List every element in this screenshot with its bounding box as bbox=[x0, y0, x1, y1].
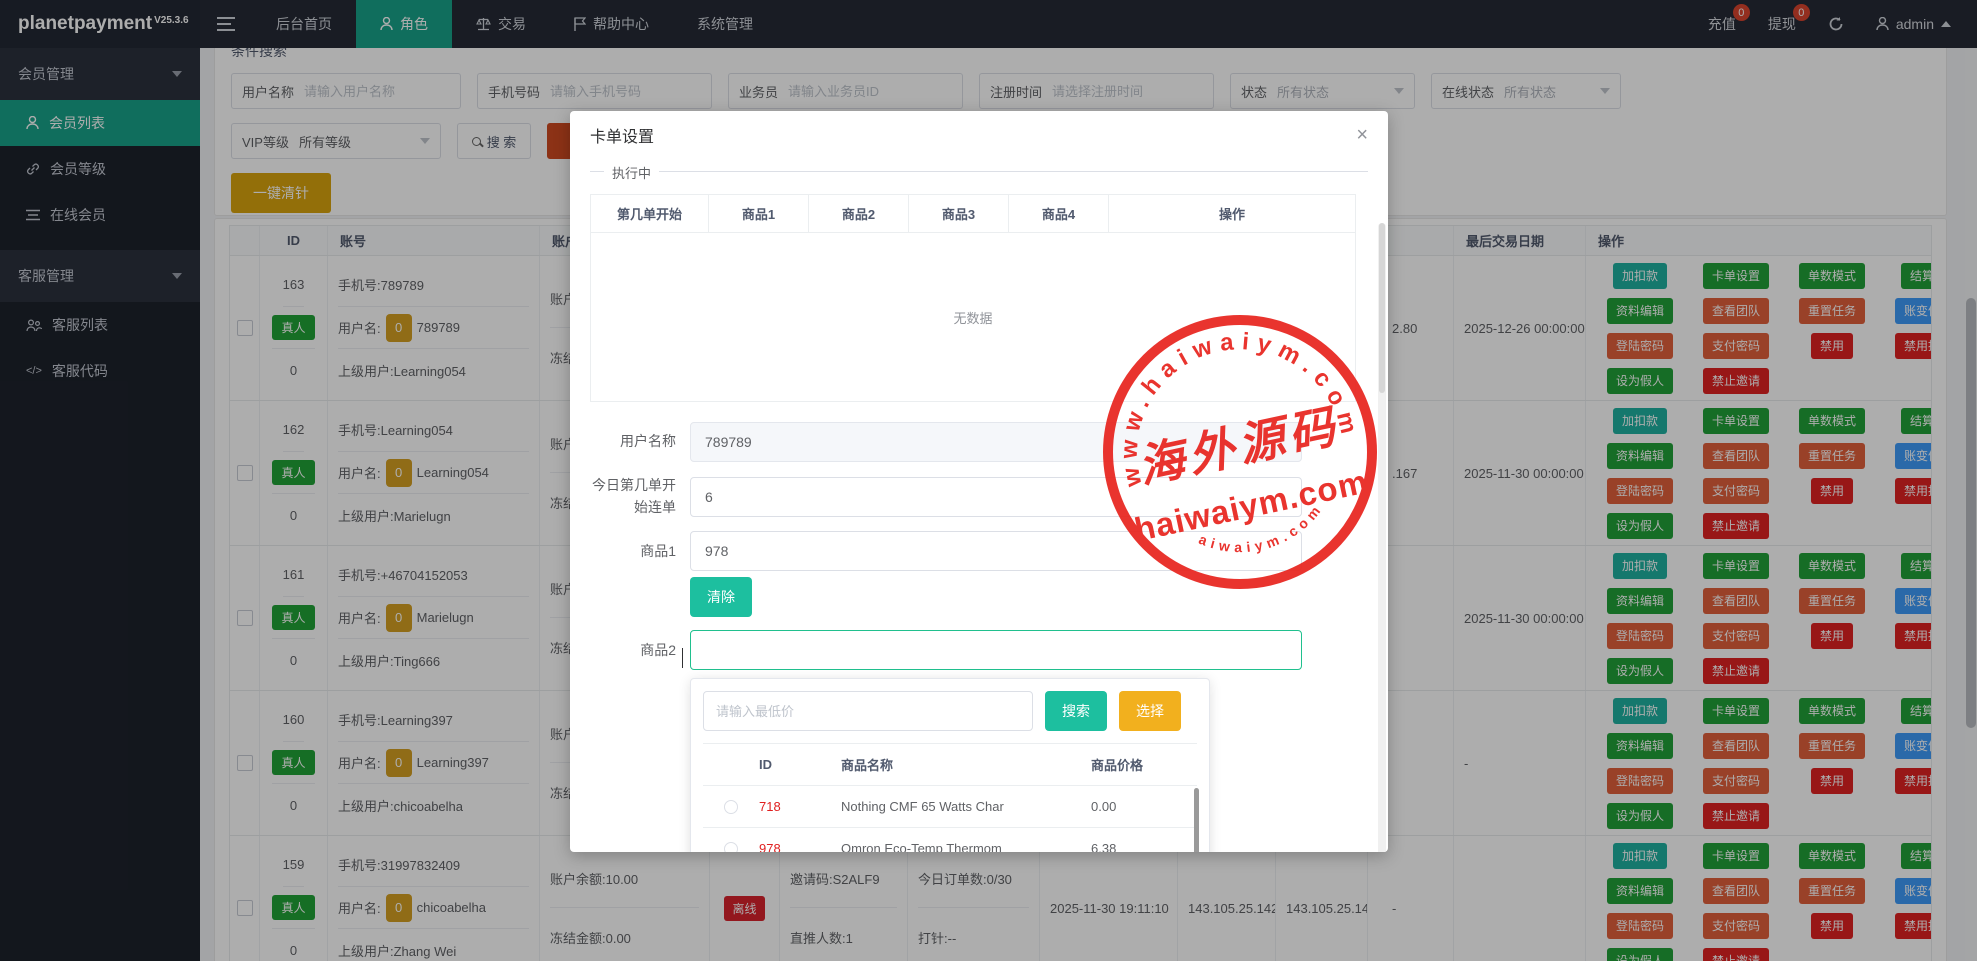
dropdown-search-button[interactable]: 搜索 bbox=[1045, 691, 1107, 731]
start-order-label: 今日第几单开始连单 bbox=[590, 475, 676, 518]
product1-label: 商品1 bbox=[590, 541, 676, 563]
exec-column-header: 操作 bbox=[1109, 195, 1355, 232]
product-row: 978 Omron Eco-Temp Thermom 6.38 bbox=[703, 828, 1197, 852]
product-name: Omron Eco-Temp Thermom bbox=[841, 841, 1091, 852]
product2-label: 商品2 bbox=[590, 640, 676, 662]
product-table-header: ID 商品名称 商品价格 bbox=[703, 744, 1197, 786]
exec-column-header: 商品4 bbox=[1009, 195, 1109, 232]
modal-title: 卡单设置 bbox=[590, 123, 654, 147]
exec-column-header: 商品3 bbox=[909, 195, 1009, 232]
product-table-scrollbar[interactable] bbox=[1194, 788, 1199, 852]
product2-input[interactable] bbox=[690, 630, 1302, 670]
product-id: 978 bbox=[759, 841, 841, 852]
username-label: 用户名称 bbox=[590, 431, 676, 453]
dropdown-select-button[interactable]: 选择 bbox=[1119, 691, 1181, 731]
clear-button[interactable]: 清除 bbox=[690, 577, 752, 617]
exec-column-header: 第几单开始 bbox=[591, 195, 709, 232]
product-table: ID 商品名称 商品价格 718 Nothing CMF 65 Watts Ch… bbox=[703, 743, 1197, 852]
product-price: 6.38 bbox=[1091, 841, 1197, 852]
product-radio[interactable] bbox=[724, 842, 738, 852]
product-radio[interactable] bbox=[724, 800, 738, 814]
product-id: 718 bbox=[759, 799, 841, 814]
watermark-stamp: www.haiwaiym.com 海外源码 haiwaiym.com haiwa… bbox=[1090, 302, 1390, 602]
min-price-input[interactable] bbox=[703, 691, 1033, 731]
product-price: 0.00 bbox=[1091, 799, 1197, 814]
product-row: 718 Nothing CMF 65 Watts Char 0.00 bbox=[703, 786, 1197, 828]
close-icon[interactable]: × bbox=[1356, 125, 1368, 145]
executing-section: 执行中 bbox=[590, 171, 1368, 172]
text-caret bbox=[682, 648, 683, 668]
exec-column-header: 商品2 bbox=[809, 195, 909, 232]
exec-column-header: 商品1 bbox=[709, 195, 809, 232]
product-picker-dropdown: 搜索 选择 ID 商品名称 商品价格 718 Nothing CMF 65 Wa… bbox=[690, 678, 1210, 852]
product-name: Nothing CMF 65 Watts Char bbox=[841, 799, 1091, 814]
